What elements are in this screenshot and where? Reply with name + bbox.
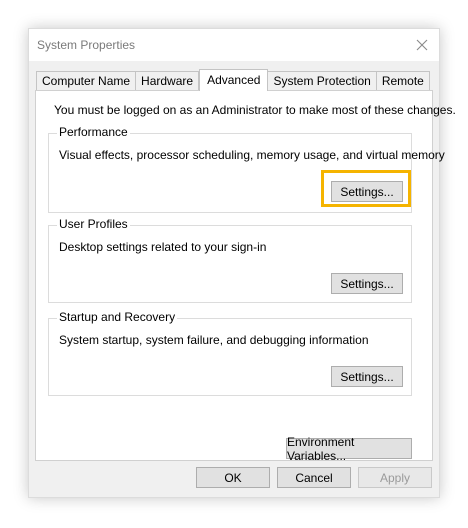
window-title: System Properties <box>37 38 136 52</box>
startup-recovery-description: System startup, system failure, and debu… <box>59 333 369 347</box>
user-profiles-group: User Profiles Desktop settings related t… <box>48 217 412 303</box>
startup-recovery-title: Startup and Recovery <box>57 310 178 324</box>
settings-highlight-frame <box>321 170 411 207</box>
user-profiles-title: User Profiles <box>57 217 130 231</box>
performance-description: Visual effects, processor scheduling, me… <box>59 148 445 162</box>
startup-recovery-settings-button[interactable]: Settings... <box>331 366 403 387</box>
close-button[interactable] <box>405 29 439 61</box>
tab-hardware[interactable]: Hardware <box>136 71 200 91</box>
close-icon <box>416 39 428 51</box>
environment-variables-button[interactable]: Environment Variables... <box>286 435 412 463</box>
user-profiles-settings-button[interactable]: Settings... <box>331 273 403 294</box>
ok-button[interactable]: OK <box>196 467 270 488</box>
tab-advanced[interactable]: Advanced <box>199 69 269 91</box>
startup-recovery-group: Startup and Recovery System startup, sys… <box>48 310 412 396</box>
title-bar: System Properties <box>29 29 439 61</box>
advanced-panel: You must be logged on as an Administrato… <box>35 90 456 463</box>
user-profiles-description: Desktop settings related to your sign-in <box>59 240 267 254</box>
cancel-button[interactable]: Cancel <box>277 467 351 488</box>
tab-computer-name[interactable]: Computer Name <box>36 71 137 91</box>
tab-system-protection[interactable]: System Protection <box>268 71 377 91</box>
apply-button: Apply <box>358 467 432 488</box>
admin-note: You must be logged on as an Administrato… <box>54 103 456 117</box>
tab-strip: Computer Name Hardware Advanced System P… <box>36 69 430 91</box>
tab-remote[interactable]: Remote <box>376 71 430 91</box>
system-properties-window: System Properties Computer Name Hardware… <box>28 28 456 498</box>
performance-title: Performance <box>57 125 130 139</box>
